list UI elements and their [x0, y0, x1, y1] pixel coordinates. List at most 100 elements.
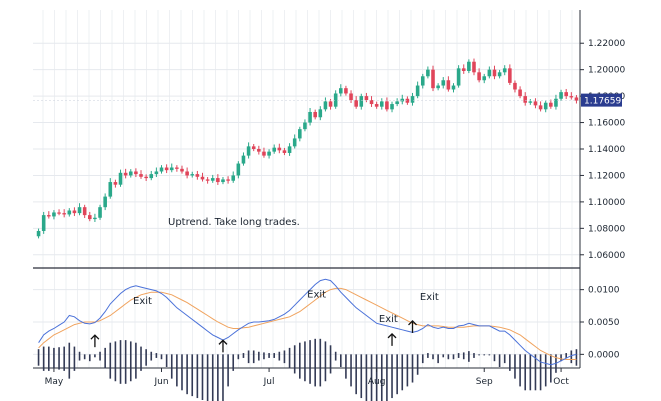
- histogram-bar: [150, 351, 153, 361]
- candle-body: [175, 167, 179, 169]
- histogram-bar: [211, 354, 214, 401]
- candle-body: [185, 171, 189, 176]
- histogram-bar: [160, 354, 163, 360]
- macd-tick-label: 0.0000: [588, 350, 620, 360]
- price-tick-label: 1.06000: [588, 251, 625, 261]
- histogram-bar: [339, 354, 342, 367]
- price-tick-label: 1.22000: [588, 39, 625, 49]
- histogram-bar: [452, 354, 455, 360]
- x-tick-label: Sep: [476, 377, 493, 387]
- candle-body: [287, 146, 292, 153]
- candle-body: [154, 171, 159, 175]
- candle-body: [328, 101, 333, 107]
- histogram-bar: [421, 354, 424, 364]
- histogram-bar: [68, 342, 71, 379]
- histogram-bar: [78, 351, 81, 361]
- candle-body: [216, 178, 220, 183]
- candle-body: [415, 85, 420, 97]
- histogram-bar: [427, 353, 429, 358]
- candle-body: [149, 174, 154, 179]
- candle-body: [262, 151, 266, 156]
- price-tick-label: 1.14000: [588, 145, 625, 155]
- chart-stage: 1.220001.200001.180001.160001.140001.120…: [0, 0, 661, 401]
- candle-body: [436, 85, 440, 89]
- histogram-bar: [53, 347, 55, 369]
- candle-body: [533, 101, 538, 106]
- price-tick-label: 1.16000: [588, 119, 625, 129]
- histogram-bar: [124, 340, 127, 384]
- candle-body: [472, 61, 476, 73]
- histogram-bar: [498, 354, 501, 367]
- price-tick-label: 1.08000: [588, 224, 625, 234]
- histogram-bar: [401, 354, 404, 391]
- candle-body: [564, 92, 568, 97]
- histogram-bar: [324, 341, 327, 382]
- histogram-bar: [232, 354, 235, 371]
- histogram-bar: [411, 354, 414, 383]
- candle-body: [339, 88, 343, 94]
- candle-body: [420, 76, 425, 86]
- trend-annotation: Uptrend. Take long trades.: [168, 217, 300, 228]
- candle-body: [298, 129, 302, 139]
- histogram-bar: [273, 353, 276, 358]
- histogram-bar: [237, 354, 240, 360]
- histogram-bar: [88, 354, 91, 362]
- histogram-bar: [406, 354, 409, 387]
- candle-body: [477, 72, 481, 81]
- histogram-bar: [268, 353, 270, 358]
- candle-body: [487, 69, 492, 77]
- histogram-bar: [442, 354, 445, 358]
- histogram-bar: [94, 354, 96, 358]
- histogram-bar: [186, 354, 188, 395]
- last-price-label: 1.17659: [584, 97, 621, 107]
- histogram-bar: [288, 347, 291, 369]
- histogram-bar: [119, 340, 122, 384]
- histogram-bar: [468, 351, 470, 362]
- histogram-bar: [575, 349, 578, 366]
- histogram-bar: [104, 347, 106, 369]
- candle-body: [385, 101, 389, 110]
- candle-body: [359, 96, 364, 107]
- histogram-bar: [524, 354, 527, 391]
- candle-body: [36, 230, 41, 237]
- candle-body: [226, 179, 230, 181]
- histogram-bar: [278, 351, 281, 361]
- candle-body: [277, 147, 282, 151]
- histogram-bar: [181, 354, 183, 391]
- histogram-bar: [350, 354, 352, 387]
- candle-body: [559, 92, 563, 99]
- candle-body: [205, 179, 210, 181]
- candle-body: [323, 101, 328, 110]
- x-tick-label: May: [45, 377, 64, 387]
- candle: [456, 65, 461, 88]
- candle-body: [77, 207, 82, 214]
- histogram-bar: [109, 342, 112, 379]
- candle-body: [221, 179, 225, 183]
- candle-body: [241, 155, 246, 164]
- candle-body: [72, 210, 77, 214]
- histogram-bar: [565, 353, 567, 358]
- histogram-bar: [462, 352, 465, 360]
- histogram-bar: [140, 346, 142, 371]
- histogram-bar: [37, 349, 40, 366]
- candle-body: [410, 96, 415, 103]
- candle-body: [390, 104, 394, 110]
- candle-body: [180, 168, 184, 172]
- histogram-bar: [539, 354, 542, 391]
- candle-body: [87, 215, 92, 220]
- candle-body: [461, 68, 466, 71]
- candle-body: [272, 147, 276, 152]
- exit-label: Exit: [379, 314, 398, 325]
- histogram-bar: [447, 354, 450, 360]
- candle-body: [57, 212, 61, 214]
- x-tick-label: Jul: [263, 377, 275, 387]
- histogram-bar: [217, 354, 219, 401]
- histogram-bar: [437, 354, 439, 364]
- candle-body: [169, 167, 174, 171]
- histogram-bar: [309, 340, 311, 384]
- candle-body: [518, 89, 522, 97]
- candle-body: [400, 98, 405, 102]
- histogram-bar: [170, 354, 173, 379]
- candle-body: [200, 176, 205, 180]
- histogram-bar: [360, 354, 363, 399]
